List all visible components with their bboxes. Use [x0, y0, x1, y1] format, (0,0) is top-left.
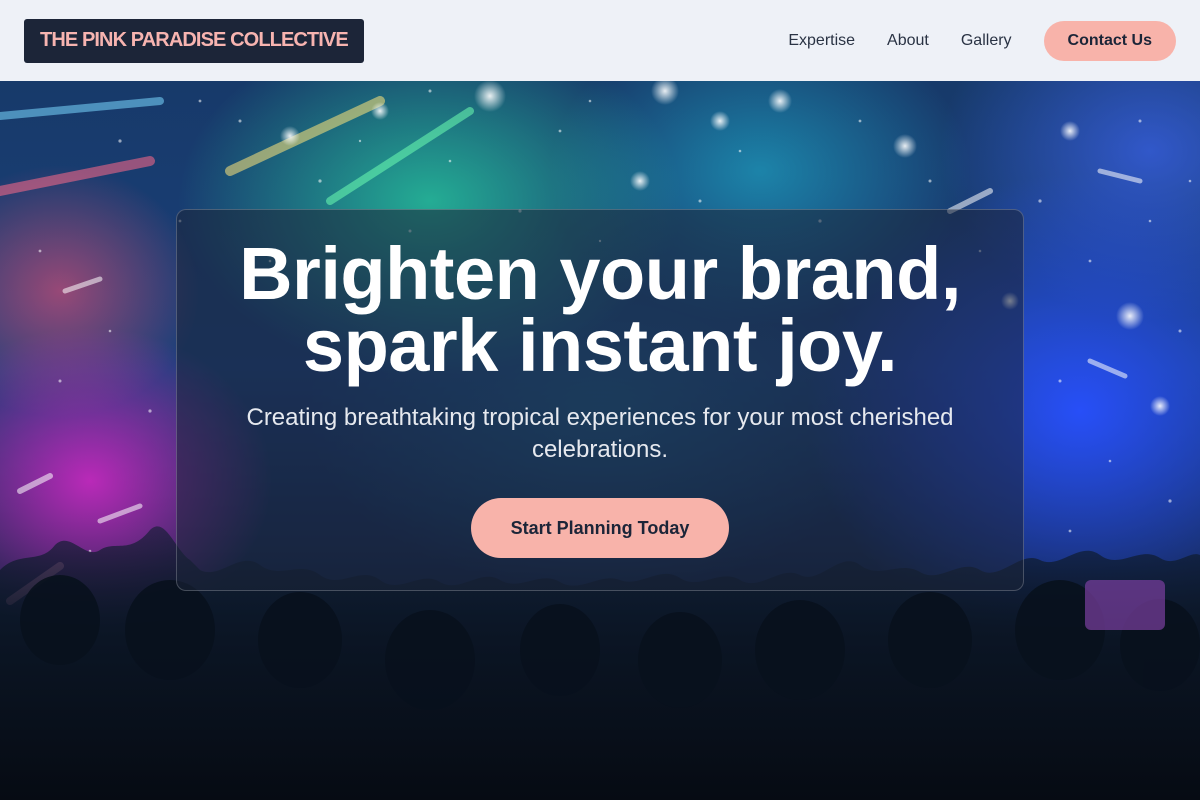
hero-subheadline: Creating breathtaking tropical experienc… [246, 404, 954, 463]
nav-link-about[interactable]: About [887, 32, 929, 50]
start-planning-button[interactable]: Start Planning Today [471, 498, 729, 558]
contact-us-button[interactable]: Contact Us [1043, 20, 1176, 61]
hero-card: Brighten your brand, spark instant joy. … [176, 209, 1024, 591]
hero-headline-line-1: Brighten your brand, [239, 232, 961, 315]
nav-link-expertise[interactable]: Expertise [788, 32, 855, 50]
site-header: THE PINK PARADISE COLLECTIVE Expertise A… [0, 0, 1200, 81]
hero-headline: Brighten your brand, spark instant joy. [239, 237, 961, 383]
nav-link-gallery[interactable]: Gallery [961, 32, 1012, 50]
hero-headline-line-2: spark instant joy. [302, 304, 898, 387]
brand-logo[interactable]: THE PINK PARADISE COLLECTIVE [24, 18, 364, 63]
main-nav: Expertise About Gallery Contact Us [788, 20, 1176, 61]
